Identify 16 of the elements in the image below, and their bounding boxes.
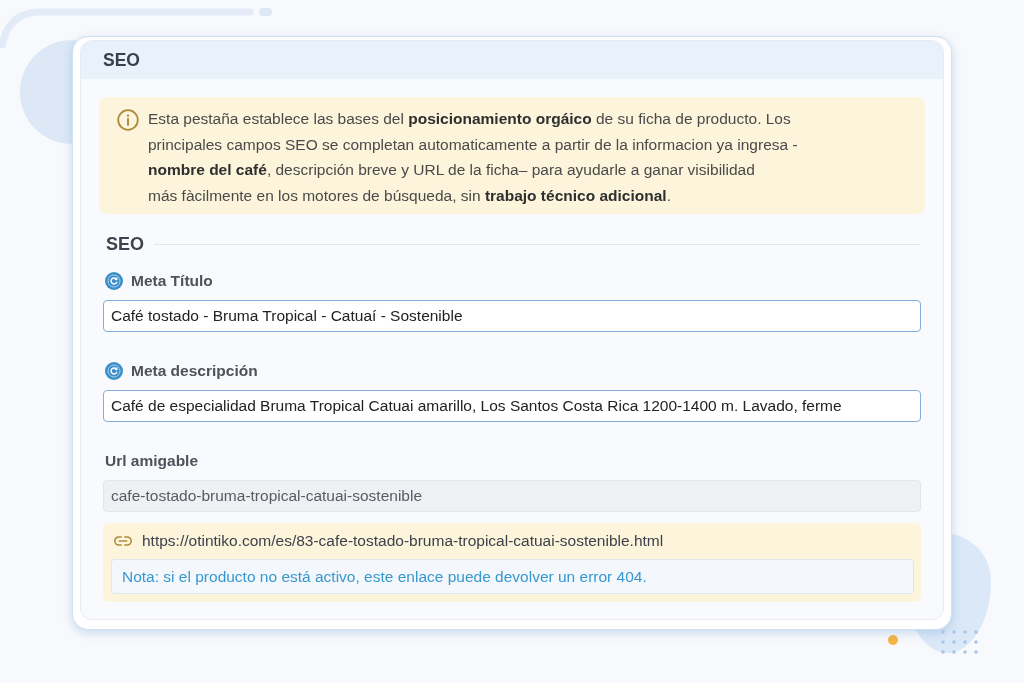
circular-arrow-icon	[105, 272, 123, 290]
info-icon	[117, 109, 139, 131]
notice-text: Esta pestaña establece las bases del posicionamiento orgáico de su ficha de producto. Los principales campos SEO se completan automaticamente a partir de la informacion ya ingresa - nombre del café, descripción breve y URL de la ficha– para ayudarle a ganar visibilidad más fàcilmente en los motores de búsqueda, sin trabajo técnico adicional.	[148, 109, 798, 206]
info-note: Nota: si el producto no está activo, este enlace puede devolver un error 404.	[111, 559, 914, 594]
field-label: Url amigable	[105, 452, 199, 470]
field-label: Meta descripción	[131, 362, 258, 380]
dot-icon	[888, 635, 898, 645]
link-icon	[113, 535, 133, 547]
circular-arrow-icon	[105, 362, 123, 380]
dot-grid-icon	[939, 629, 981, 655]
section-title: SEO	[106, 234, 144, 255]
input-field[interactable]: Café de especialidad Bruma Tropical Catuai amarillo, Los Santos Costa Rica 1200-1400 m. Lavado, ferme	[103, 390, 921, 422]
panel-title: SEO	[103, 49, 140, 71]
field-label: Meta Título	[131, 272, 213, 290]
url-text: https://otintiko.com/es/83-cafe-tostado-bruma-tropical-catuai-sostenible.html	[142, 532, 664, 550]
input-field[interactable]: Café tostado - Bruma Tropical - Catuaí - Sostenible	[103, 300, 921, 332]
